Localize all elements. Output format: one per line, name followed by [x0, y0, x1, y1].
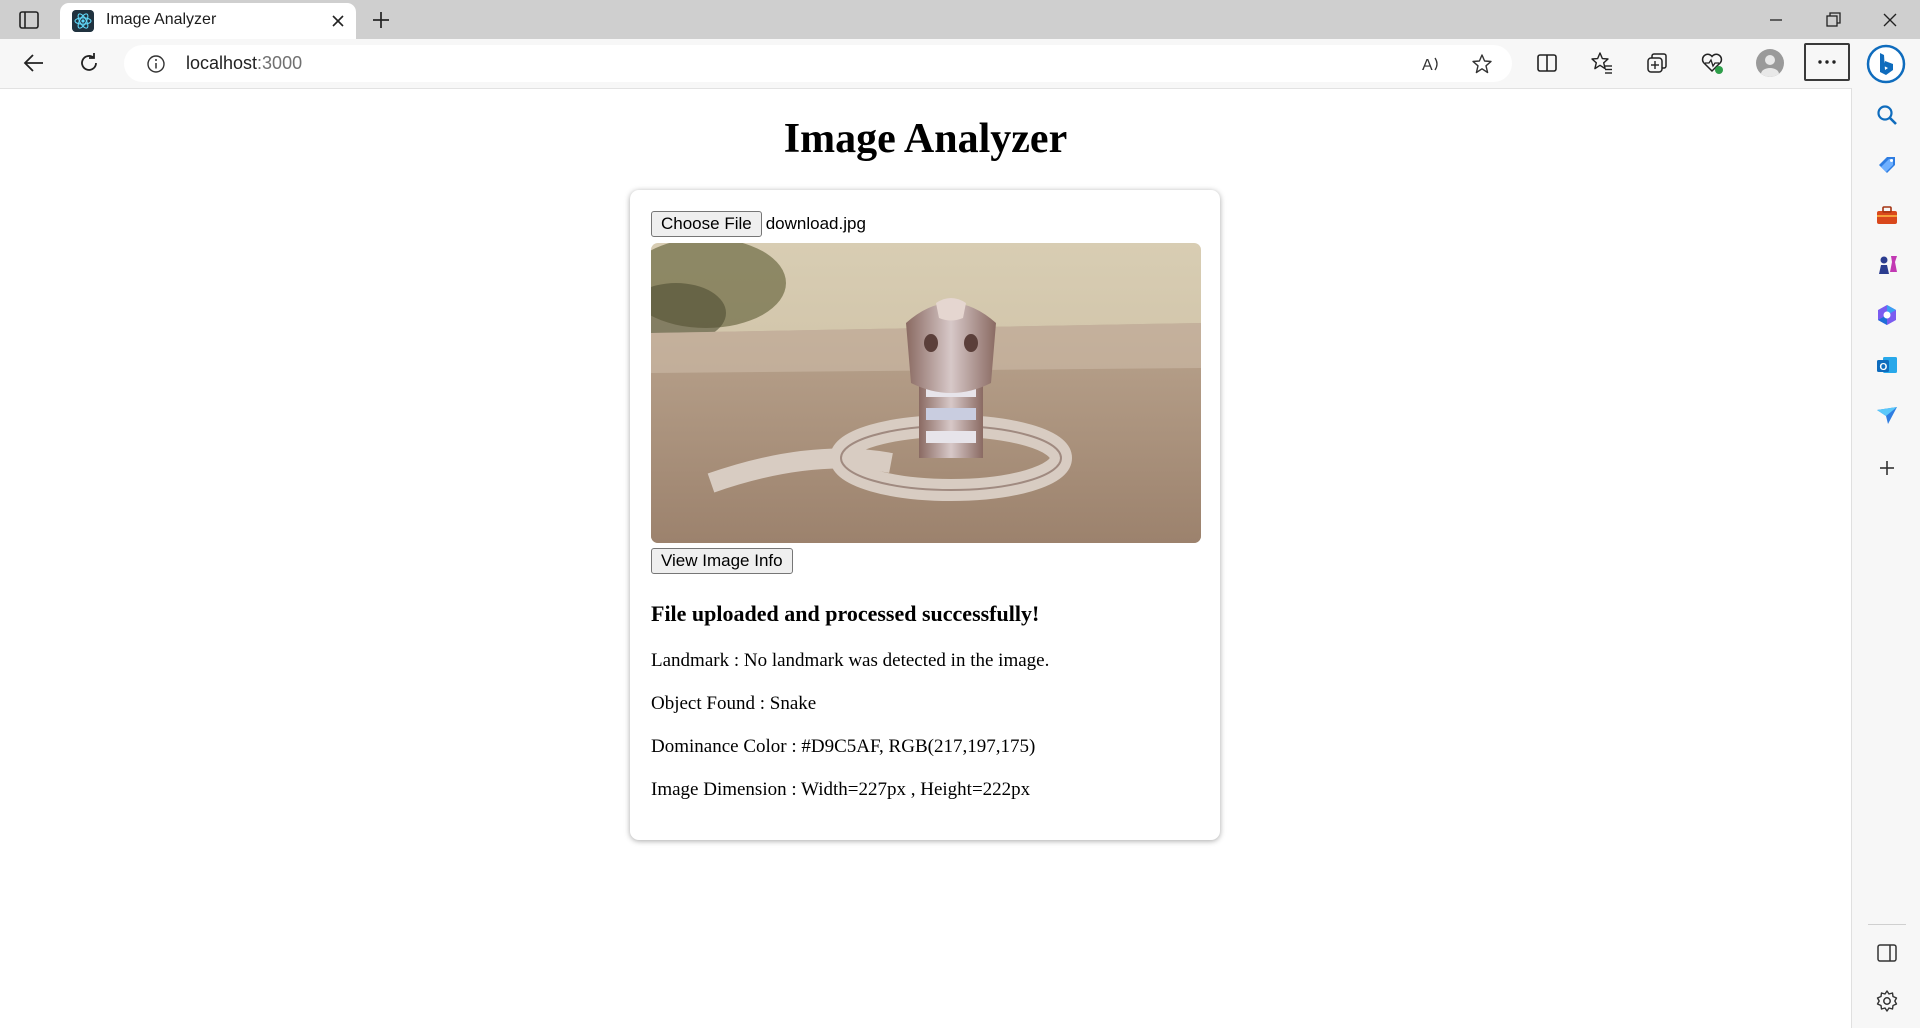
star-icon[interactable] [1470, 52, 1494, 76]
plus-icon[interactable] [370, 9, 392, 31]
url-host: localhost [186, 53, 258, 73]
address-bar[interactable]: localhost:3000 A [124, 45, 1512, 82]
view-image-info-button[interactable]: View Image Info [651, 548, 793, 574]
minimize-icon[interactable] [1765, 9, 1787, 31]
split-screen-icon[interactable] [1534, 50, 1560, 76]
collections-icon[interactable] [1644, 50, 1670, 76]
games-icon[interactable] [1874, 252, 1900, 278]
result-dominant-color: Dominance Color : #D9C5AF, RGB(217,197,1… [651, 736, 1036, 757]
more-button[interactable] [1804, 43, 1850, 81]
favorites-icon[interactable] [1589, 50, 1615, 76]
svg-text:A: A [1422, 57, 1433, 74]
page-content: Image Analyzer Choose Filedownload.jpg [0, 89, 1851, 1028]
result-value: Snake [769, 693, 817, 714]
page-title: Image Analyzer [783, 116, 1068, 162]
result-dimension: Image Dimension : Width=227px , Height=2… [651, 779, 1031, 800]
file-input[interactable]: Choose File download.jpg [651, 211, 866, 237]
result-label: Landmark [651, 650, 730, 671]
copilot-icon[interactable] [1866, 44, 1906, 84]
uploaded-image-preview [651, 243, 1201, 543]
react-favicon-icon [72, 10, 94, 32]
tab-title: Image Analyzer [106, 11, 217, 28]
tab-image-analyzer[interactable]: Image Analyzer [60, 3, 356, 40]
browser-essentials-icon[interactable] [1699, 50, 1725, 76]
profile-icon [1761, 55, 1779, 77]
analyzer-card: Choose File download.jpg View Image Info… [630, 190, 1220, 840]
result-label: Object Found [651, 693, 755, 714]
status-message: File uploaded and processed successfully… [651, 601, 1040, 626]
window-close-icon[interactable] [1879, 9, 1901, 31]
svg-text:O: O [1880, 362, 1888, 373]
result-label: Image Dimension [651, 779, 787, 800]
microsoft365-icon[interactable] [1874, 302, 1900, 328]
tab-actions-icon[interactable] [17, 9, 41, 31]
result-landmark: Landmark : No landmark was detected in t… [651, 650, 1050, 671]
info-icon[interactable] [146, 54, 166, 74]
avatar[interactable] [1756, 49, 1784, 77]
selected-file-name: download.jpg [765, 214, 866, 233]
tools-icon[interactable] [1874, 202, 1900, 228]
sidebar-divider [1868, 924, 1906, 925]
add-icon[interactable] [1874, 455, 1900, 481]
result-value: Width=227px , Height=222px [801, 779, 1031, 800]
reload-icon[interactable] [76, 50, 102, 76]
result-value: #D9C5AF, RGB(217,197,175) [801, 736, 1036, 757]
result-label: Dominance Color [651, 736, 787, 757]
edge-sidebar: O [1851, 88, 1920, 1028]
url-text[interactable]: localhost:3000 [186, 53, 302, 74]
outlook-icon[interactable]: O [1874, 352, 1900, 378]
restore-icon[interactable] [1822, 9, 1844, 31]
close-icon[interactable] [330, 13, 346, 29]
sidebar-toggle-icon[interactable] [1874, 940, 1900, 966]
choose-file-button[interactable]: Choose File [651, 211, 762, 237]
read-aloud-icon[interactable]: A [1420, 52, 1444, 76]
browser-toolbar: localhost:3000 A [0, 39, 1920, 89]
tab-strip: Image Analyzer [0, 0, 1920, 40]
result-object: Object Found : Snake [651, 693, 817, 714]
settings-icon[interactable] [1874, 988, 1900, 1014]
more-icon [1818, 60, 1836, 64]
shopping-icon[interactable] [1874, 152, 1900, 178]
drop-icon[interactable] [1874, 402, 1900, 428]
result-value: No landmark was detected in the image. [743, 650, 1050, 671]
url-port: :3000 [257, 53, 303, 73]
search-icon[interactable] [1874, 102, 1900, 128]
arrow-left-icon[interactable] [21, 50, 47, 76]
